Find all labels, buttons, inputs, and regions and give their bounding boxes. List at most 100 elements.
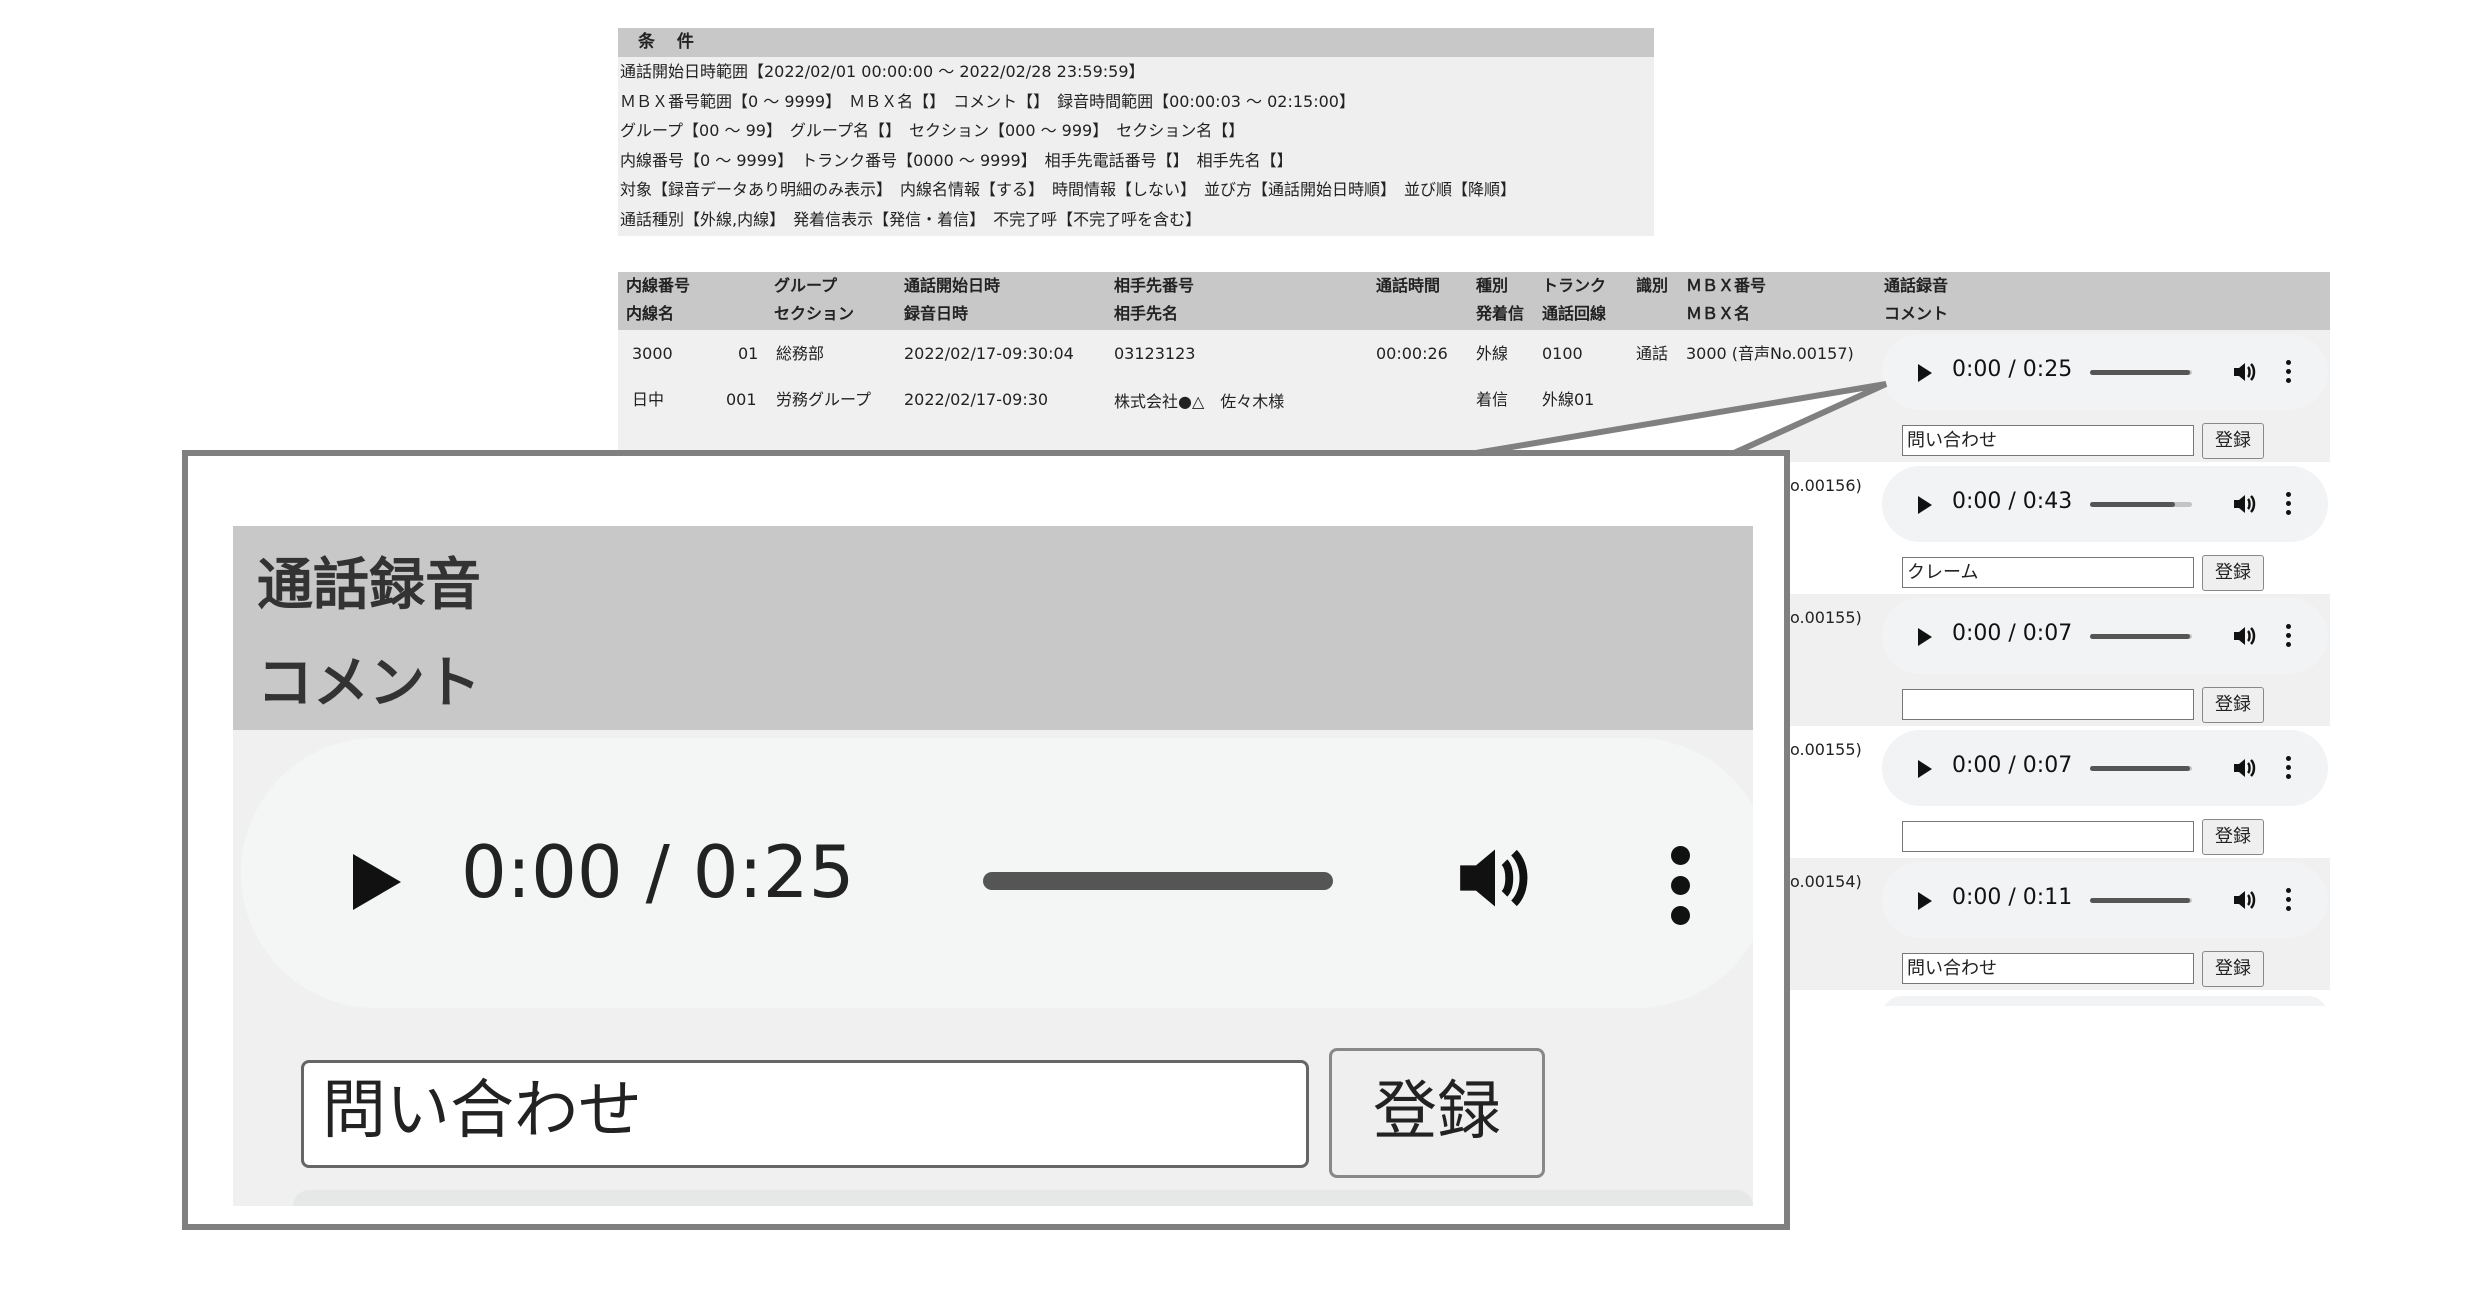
zoomed-comment-input[interactable]: 問い合わせ xyxy=(301,1060,1309,1168)
header-kind: 種別 xyxy=(1476,276,1509,295)
volume-icon[interactable] xyxy=(2232,360,2258,384)
play-icon[interactable] xyxy=(1918,760,1932,778)
header-direction: 発着信 xyxy=(1476,304,1525,323)
player-time: 0:00 / 0:11 xyxy=(1952,885,2073,910)
header-mbx-no: ＭＢＸ番号 xyxy=(1686,276,1767,295)
audio-player: 0:00 / 0:43 xyxy=(1882,466,2328,542)
audio-player xyxy=(1882,996,2328,1006)
mbx-no: 3000 (音声No.00157) xyxy=(1686,344,1854,363)
condition-line: グループ【00 ～ 99】 グループ名【】 セクション【000 ～ 999】 セ… xyxy=(620,121,1245,140)
progress-slider[interactable] xyxy=(2090,370,2192,375)
header-partner-name: 相手先名 xyxy=(1114,304,1179,323)
header-start-time: 通話開始日時 xyxy=(904,276,1001,295)
volume-icon[interactable] xyxy=(1453,840,1537,916)
progress-slider[interactable] xyxy=(983,872,1333,890)
more-options-icon[interactable] xyxy=(2286,756,2292,780)
ext-no: 3000 xyxy=(632,344,673,363)
header-duration: 通話時間 xyxy=(1376,276,1441,295)
audio-player: 0:00 / 0:07 xyxy=(1882,598,2328,674)
table-header: 内線番号 内線名 グループ セクション 通話開始日時 録音日時 相手先番号 相手… xyxy=(618,272,2330,330)
header-ext-name: 内線名 xyxy=(626,304,675,323)
play-icon[interactable] xyxy=(353,854,401,910)
start-time: 2022/02/17-09:30:04 xyxy=(904,344,1074,363)
play-icon[interactable] xyxy=(1918,628,1932,646)
progress-slider[interactable] xyxy=(2090,502,2192,507)
more-options-icon[interactable] xyxy=(1671,846,1693,926)
play-icon[interactable] xyxy=(1918,496,1932,514)
section-name: 労務グループ xyxy=(776,390,872,409)
zoomed-header: 通話録音 コメント xyxy=(233,526,1753,730)
player-time: 0:00 / 0:07 xyxy=(1952,621,2073,646)
register-button[interactable]: 登録 xyxy=(2202,819,2264,855)
play-icon[interactable] xyxy=(1918,364,1932,382)
zoomed-recording-cell: 通話録音 コメント 0:00 / 0:25 問い合わせ 登録 xyxy=(233,526,1753,1206)
more-options-icon[interactable] xyxy=(2286,624,2292,648)
header-comment: コメント xyxy=(1884,304,1949,323)
group-name: 総務部 xyxy=(776,344,825,363)
partner-no: 03123123 xyxy=(1114,344,1196,363)
duration: 00:00:26 xyxy=(1376,344,1448,363)
condition-line: 通話種別【外線,内線】 発着信表示【発信・着信】 不完了呼【不完了呼を含む】 xyxy=(620,209,1202,229)
group-no: 01 xyxy=(738,344,759,363)
progress-slider[interactable] xyxy=(2090,766,2192,771)
player-time: 0:00 / 0:25 xyxy=(1952,357,2073,382)
comment-input[interactable] xyxy=(1902,689,2194,720)
comment-input[interactable]: 問い合わせ xyxy=(1902,425,2194,456)
register-button[interactable]: 登録 xyxy=(2202,687,2264,723)
kind: 外線 xyxy=(1476,344,1509,363)
partner-name: 株式会社●△ 佐々木様 xyxy=(1114,392,1285,411)
header-ident: 識別 xyxy=(1636,276,1669,295)
mbx-no: o.00155) xyxy=(1790,608,1862,627)
audio-player: 0:00 / 0:07 xyxy=(1882,730,2328,806)
header-rec-time: 録音日時 xyxy=(904,304,969,323)
register-button[interactable]: 登録 xyxy=(2202,423,2264,459)
more-options-icon[interactable] xyxy=(2286,360,2292,384)
rec-time: 2022/02/17-09:30 xyxy=(904,390,1049,409)
condition-line: ＭＢＸ番号範囲【0 ～ 9999】 ＭＢＸ名【】 コメント【】 録音時間範囲【0… xyxy=(620,91,1355,111)
section-no: 001 xyxy=(726,390,757,409)
header-trunk: トランク xyxy=(1542,276,1607,295)
audio-player: 0:00 / 0:25 xyxy=(1882,334,2328,410)
register-button[interactable]: 登録 xyxy=(2202,951,2264,987)
progress-slider[interactable] xyxy=(2090,898,2192,903)
header-group: グループ xyxy=(774,276,838,295)
register-button[interactable]: 登録 xyxy=(2202,555,2264,591)
line: 外線01 xyxy=(1542,390,1595,409)
comment-input[interactable]: 問い合わせ xyxy=(1902,953,2194,984)
trunk: 0100 xyxy=(1542,344,1583,363)
zoomed-player-time: 0:00 / 0:25 xyxy=(461,830,855,914)
header-section: セクション xyxy=(774,304,855,323)
more-options-icon[interactable] xyxy=(2286,888,2292,912)
volume-icon[interactable] xyxy=(2232,624,2258,648)
mbx-no: o.00155) xyxy=(1790,740,1862,759)
direction: 着信 xyxy=(1476,390,1509,409)
volume-icon[interactable] xyxy=(2232,756,2258,780)
player-time: 0:00 / 0:43 xyxy=(1952,489,2073,514)
condition-line: 内線番号【0 ～ 9999】 トランク番号【0000 ～ 9999】 相手先電話… xyxy=(620,150,1293,170)
more-options-icon[interactable] xyxy=(2286,492,2292,516)
conditions-header: 条 件 xyxy=(618,28,1654,57)
zoomed-header-comment: コメント xyxy=(257,651,481,716)
condition-line: 対象【録音データあり明細のみ表示】 内線名情報【する】 時間情報【しない】 並び… xyxy=(620,180,1517,199)
volume-icon[interactable] xyxy=(2232,888,2258,912)
zoomed-register-button[interactable]: 登録 xyxy=(1329,1048,1545,1178)
ext-name: 日中 xyxy=(632,390,665,409)
header-partner-no: 相手先番号 xyxy=(1114,276,1195,295)
comment-input[interactable] xyxy=(1902,821,2194,852)
progress-slider[interactable] xyxy=(2090,634,2192,639)
player-time: 0:00 / 0:07 xyxy=(1952,753,2073,778)
table-row: 3000 01 総務部 2022/02/17-09:30:04 03123123… xyxy=(618,330,2330,462)
mbx-no: o.00154) xyxy=(1790,872,1862,891)
mbx-no: o.00156) xyxy=(1790,476,1862,495)
header-line: 通話回線 xyxy=(1542,304,1607,323)
zoom-callout: 通話録音 コメント 0:00 / 0:25 問い合わせ 登録 xyxy=(182,450,1790,1230)
search-conditions-panel: 条 件 通話開始日時範囲【2022/02/01 00:00:00 ～ 2022/… xyxy=(618,28,1654,236)
ident: 通話 xyxy=(1636,344,1669,363)
audio-player: 0:00 / 0:11 xyxy=(1882,862,2328,938)
play-icon[interactable] xyxy=(1918,892,1932,910)
volume-icon[interactable] xyxy=(2232,492,2258,516)
condition-line: 通話開始日時範囲【2022/02/01 00:00:00 ～ 2022/02/2… xyxy=(620,62,1145,81)
header-recording: 通話録音 xyxy=(1884,276,1949,295)
next-player-edge xyxy=(293,1190,1753,1206)
comment-input[interactable]: クレーム xyxy=(1902,557,2194,588)
